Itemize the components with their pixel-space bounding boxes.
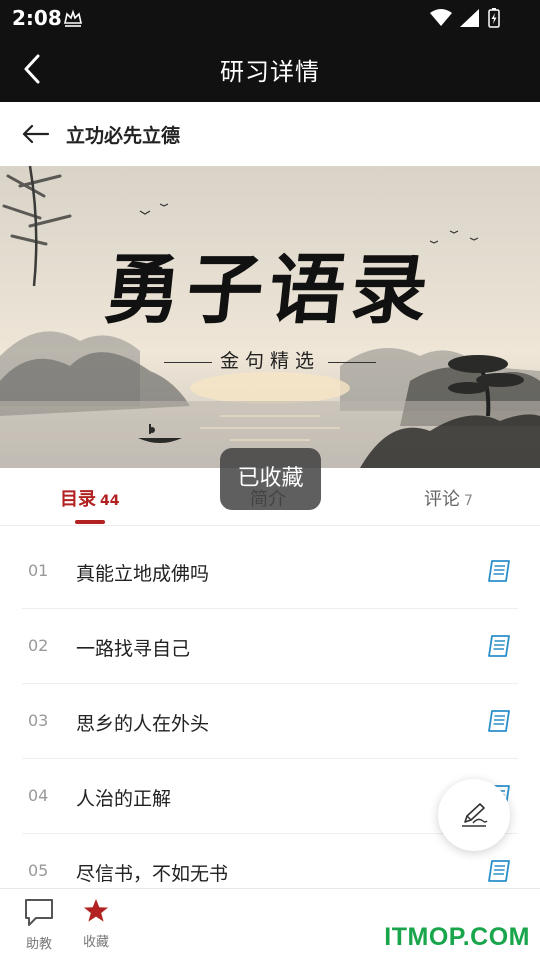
tab-contents-label: 目录 [60, 489, 96, 510]
course-title: 立功必先立德 [66, 125, 181, 147]
active-tab-indicator [75, 520, 105, 524]
document-icon[interactable] [486, 708, 512, 734]
write-note-button[interactable] [438, 779, 510, 851]
favorite-button[interactable]: 收藏 [76, 897, 116, 950]
tab-contents[interactable]: 目录 44 [60, 485, 119, 511]
status-time: 2:08 [12, 6, 62, 30]
toast-message: 已收藏 [220, 448, 321, 510]
app-notification-icon [64, 9, 82, 27]
course-banner: 勇子语录 金句精选 [0, 166, 540, 468]
chapter-title: 一路找寻自己 [76, 638, 191, 660]
banner-subtitle-text: 金句精选 [219, 350, 320, 372]
chapter-title: 尽信书，不如无书 [76, 863, 229, 885]
document-icon[interactable] [486, 558, 512, 584]
chapter-title: 真能立地成佛吗 [76, 563, 210, 585]
page-title: 研习详情 [220, 58, 320, 86]
assistant-button[interactable]: 助教 [19, 897, 59, 952]
document-icon[interactable] [486, 858, 512, 884]
tab-comments-count: 7 [464, 493, 473, 509]
chapter-number: 02 [28, 636, 49, 655]
star-icon [84, 899, 108, 922]
list-item[interactable]: 01 真能立地成佛吗 [22, 534, 518, 609]
chapter-number: 04 [28, 786, 49, 805]
tab-comments-label: 评论 [424, 489, 460, 510]
chapter-number: 03 [28, 711, 49, 730]
pen-write-icon [462, 803, 488, 827]
chapter-number: 05 [28, 861, 49, 880]
signal-icon [460, 9, 479, 27]
sub-header: 立功必先立德 [0, 102, 540, 166]
divider [328, 361, 376, 363]
banner-title: 勇子语录 [100, 245, 438, 334]
bottom-bar: 助教 收藏 ITMOP.COM [0, 888, 540, 960]
chapter-title: 思乡的人在外头 [76, 713, 210, 735]
arrow-left-icon[interactable] [20, 118, 52, 150]
title-bar: 研习详情 [0, 36, 540, 102]
chapter-list: 01 真能立地成佛吗 02 一路找寻自己 03 思乡的人在外头 04 人治的正解… [0, 534, 540, 909]
tab-comments[interactable]: 评论 7 [424, 485, 473, 511]
status-bar: 2:08 [0, 0, 540, 36]
site-watermark: ITMOP.COM [384, 923, 530, 951]
chat-bubble-icon [25, 899, 53, 926]
status-icons [430, 8, 500, 28]
wifi-icon [430, 9, 452, 26]
battery-icon [488, 8, 500, 28]
banner-subtitle: 金句精选 [0, 346, 540, 373]
chapter-number: 01 [28, 561, 49, 580]
tab-contents-count: 44 [100, 493, 120, 509]
favorite-label: 收藏 [82, 935, 109, 950]
document-icon[interactable] [486, 633, 512, 659]
chapter-title: 人治的正解 [76, 788, 172, 810]
list-item[interactable]: 03 思乡的人在外头 [22, 684, 518, 759]
assistant-label: 助教 [25, 937, 52, 952]
list-item[interactable]: 02 一路找寻自己 [22, 609, 518, 684]
divider [163, 361, 212, 363]
